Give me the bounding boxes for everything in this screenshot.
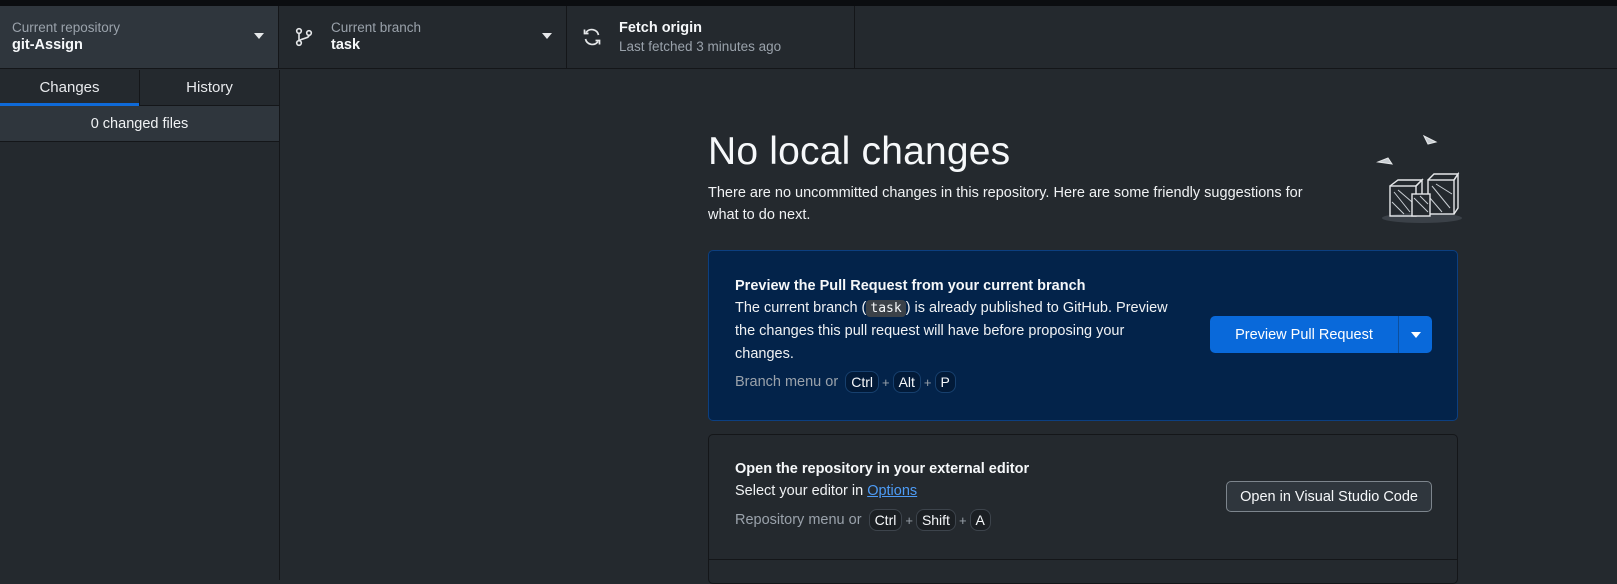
page-title: No local changes [708,130,1011,173]
last-fetched-text: Last fetched 3 minutes ago [619,39,782,54]
page-subtitle: There are no uncommitted changes in this… [708,185,1303,223]
sync-icon [581,26,603,48]
pr-desc-prefix: The current branch ( [735,300,867,316]
branch-code: task [866,300,906,317]
card-divider [709,559,1457,560]
preview-pull-request-card: Preview the Pull Request from your curre… [708,250,1458,421]
sidebar-tabs: Changes History [0,70,279,106]
repository-label: Current repository [12,20,121,35]
key-p: P [934,371,956,393]
main-panel: No local changes There are no uncommitte… [281,70,1617,584]
key-shift: Shift [915,509,956,531]
branch-label: Current branch [331,20,422,35]
fetch-origin-button[interactable]: Fetch origin Last fetched 3 minutes ago [567,6,855,68]
branch-name: task [331,37,361,53]
caret-down-icon [1410,331,1421,338]
caret-down-icon [254,33,264,39]
branch-selector[interactable]: Current branch task [279,6,567,68]
key-alt: Alt [892,371,921,393]
editor-card-description: Select your editor in Options [735,480,917,503]
preview-pull-request-split-button: Preview Pull Request [1210,316,1432,353]
plus-sign: + [923,374,932,390]
editor-desc-prefix: Select your editor in [735,483,868,499]
plus-sign: + [958,512,967,528]
pr-shortcut-hint: Branch menu or Ctrl + Alt + P [735,371,959,393]
editor-card-title: Open the repository in your external edi… [735,461,1030,477]
plus-sign: + [881,374,890,390]
branch-icon [293,26,315,48]
sidebar: Changes History 0 changed files [0,70,280,580]
pr-card-description: The current branch (task) is already pub… [735,297,1185,366]
toolbar: Current repository git-Assign Current br… [0,6,1617,69]
repository-selector-text: Current repository git-Assign [12,19,120,55]
open-in-vscode-button[interactable]: Open in Visual Studio Code [1226,481,1432,512]
options-link[interactable]: Options [867,483,917,499]
pr-hint-text: Branch menu or [735,374,839,390]
editor-hint-text: Repository menu or [735,512,862,528]
preview-pull-request-button[interactable]: Preview Pull Request [1210,316,1398,353]
changed-files-count: 0 changed files [0,106,279,142]
boxes-illustration [1376,134,1462,223]
repository-selector[interactable]: Current repository git-Assign [0,6,279,68]
key-ctrl: Ctrl [868,509,903,531]
pull-request-options-button[interactable] [1398,316,1432,353]
key-a: A [969,509,991,531]
pr-card-title: Preview the Pull Request from your curre… [735,278,1086,294]
fetch-origin-text: Fetch origin Last fetched 3 minutes ago [619,19,781,55]
plus-sign: + [905,512,913,528]
caret-down-icon [542,33,552,39]
editor-shortcut-hint: Repository menu or Ctrl + Shift + A [735,509,994,531]
fetch-origin-label: Fetch origin [619,20,702,36]
key-ctrl: Ctrl [845,371,879,393]
branch-selector-text: Current branch task [331,19,421,55]
repository-name: git-Assign [12,37,83,53]
tab-history[interactable]: History [139,70,279,105]
external-editor-card: Open the repository in your external edi… [708,434,1458,584]
tab-changes[interactable]: Changes [0,70,139,106]
